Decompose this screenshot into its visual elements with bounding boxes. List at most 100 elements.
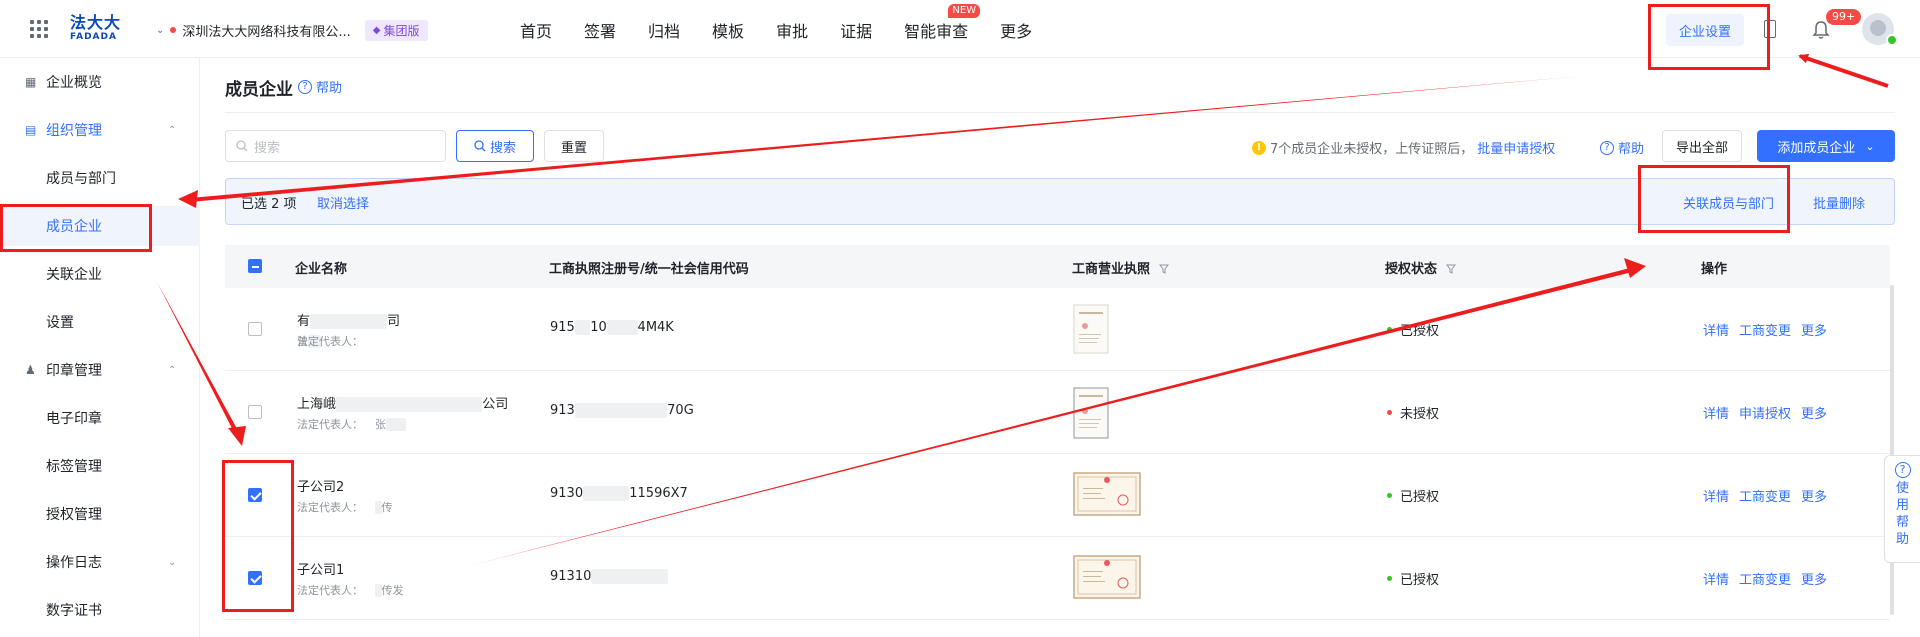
selected-count: 已选 2 项 [241,197,297,212]
main-nav: 首页 签署 归档 模板 审批 证据 智能审查 NEW 更多 [520,4,1064,42]
sidebar-item-digital-cert[interactable]: 数字证书 [0,590,200,630]
add-button-label: 添加成员企业 [1777,140,1856,156]
nav-more[interactable]: 更多 [1000,18,1032,42]
add-member-enterprise-button[interactable]: 添加成员企业 ⌄ [1757,130,1895,162]
divider [225,112,1895,113]
nav-sign[interactable]: 签署 [584,18,616,42]
filter-icon[interactable] [1158,264,1169,274]
sidebar-item-related-enterprises[interactable]: 关联企业 [0,254,200,294]
more-link[interactable]: 更多 [1801,320,1827,339]
verified-icon [1886,34,1898,46]
question-icon: ? [1894,462,1911,478]
sidebar-item-members-departments[interactable]: 成员与部门 [0,158,200,198]
batch-delete-button[interactable]: 批量删除 [1813,193,1865,212]
enterprise-name[interactable]: 子公司1 [297,559,344,578]
detail-link[interactable]: 详情 [1703,486,1729,505]
org-status-dot [170,27,177,33]
sidebar-item-label: 印章管理 [46,363,102,379]
sidebar-item-authorization[interactable]: 授权管理 [0,494,200,534]
legal-rep-label: 法定代表人： [297,335,363,348]
nav-template[interactable]: 模板 [712,18,744,42]
search-button[interactable]: 搜索 [456,130,534,162]
bell-icon[interactable] [1812,20,1830,40]
license-thumbnail[interactable] [1073,387,1109,439]
cancel-selection-link[interactable]: 取消选择 [317,193,369,212]
help-link[interactable]: ? 帮助 [298,77,342,96]
help-label: 帮助 [316,81,343,96]
apply-auth-link[interactable]: 申请授权 [1739,403,1791,422]
more-link[interactable]: 更多 [1801,569,1827,588]
top-header: 法大大 FADADA ⌄ 深圳法大大网络科技有限公... ◆ 集团版 首页 签署… [0,0,1920,58]
chevron-down-icon: ⌄ [168,556,177,568]
sidebar-item-overview[interactable]: ▦ 企业概览 [0,62,200,102]
seal-icon: ♟ [25,363,36,377]
business-change-link[interactable]: 工商变更 [1739,569,1791,588]
org-name: 深圳法大大网络科技有限公... [182,24,351,40]
annotation-box-checkboxes [222,460,294,612]
sidebar-item-tags[interactable]: 标签管理 [0,446,200,486]
sidebar-item-settings[interactable]: 设置 [0,302,200,342]
nav-archive[interactable]: 归档 [648,18,680,42]
col-header-name: 企业名称 [295,262,348,277]
sidebar-item-e-seal[interactable]: 电子印章 [0,398,200,438]
search-placeholder: 搜索 [254,140,281,156]
sidebar-group-org[interactable]: ▤ 组织管理 ⌃ [0,110,200,150]
search-input[interactable]: 搜索 [225,130,446,162]
batch-apply-auth-link[interactable]: 批量申请授权 [1477,138,1555,157]
enterprise-name[interactable]: 有xxxxxxxxxx司 [297,310,400,329]
license-thumbnail[interactable] [1073,553,1141,601]
export-all-button[interactable]: 导出全部 [1662,130,1742,162]
org-edition-badge: ◆ 集团版 [364,19,428,41]
app-grid-icon[interactable] [30,20,48,38]
detail-link[interactable]: 详情 [1703,320,1729,339]
enterprise-name[interactable]: 子公司2 [297,476,344,495]
table-scrollbar[interactable] [1890,285,1894,615]
float-help-char: 帮 [1895,515,1909,530]
sidebar-item-label: 关联企业 [46,267,102,283]
nav-approval[interactable]: 审批 [776,18,808,42]
col-header-status[interactable]: 授权状态 [1385,258,1456,277]
org-switcher[interactable]: ⌄ 深圳法大大网络科技有限公... ◆ 集团版 [156,19,428,41]
detail-link[interactable]: 详情 [1703,569,1729,588]
nav-home[interactable]: 首页 [520,18,552,42]
business-change-link[interactable]: 工商变更 [1739,486,1791,505]
table-row: 上海峨xxxxxxxxxxxxxxxxxxx公司 法定代表人： 张xxx 913… [225,371,1890,454]
diamond-icon: ◆ [372,24,381,36]
help-link-2[interactable]: ? 帮助 [1600,138,1644,157]
row-checkbox[interactable] [248,405,262,419]
filter-icon[interactable] [1445,264,1456,274]
chevron-up-icon: ⌃ [168,124,177,136]
detail-link[interactable]: 详情 [1703,403,1729,422]
overview-icon: ▦ [25,75,37,89]
more-link[interactable]: 更多 [1801,403,1827,422]
more-link[interactable]: 更多 [1801,486,1827,505]
search-icon [236,140,248,152]
auth-status: 已授权 [1387,569,1439,588]
legal-rep-label: 法定代表人： [297,501,363,514]
reset-button[interactable]: 重置 [544,130,604,162]
enterprise-name[interactable]: 上海峨xxxxxxxxxxxxxxxxxxx公司 [297,393,508,412]
nav-smart-review[interactable]: 智能审查 NEW [904,4,981,42]
col-header-license-label: 工商营业执照 [1072,262,1151,277]
select-all-checkbox[interactable] [248,259,262,273]
legal-rep: 张xxx [375,416,406,432]
page-title: 成员企业 [225,80,293,100]
sidebar-item-label: 数字证书 [46,603,102,619]
float-help-char: 用 [1895,498,1909,513]
legal-rep-label: 法定代表人： [297,418,363,431]
brand-name-cn: 法大大 [70,13,122,32]
nav-evidence[interactable]: 证据 [840,18,872,42]
license-thumbnail[interactable] [1073,304,1109,354]
help-label: 帮助 [1618,142,1645,157]
chevron-up-icon: ⌃ [168,364,177,376]
legal-rep: x传 [375,499,393,515]
sidebar-item-operation-log[interactable]: 操作日志 ⌄ [0,542,200,582]
sidebar-group-seal[interactable]: ♟ 印章管理 ⌃ [0,350,200,390]
business-change-link[interactable]: 工商变更 [1739,320,1791,339]
brand-logo[interactable]: 法大大 FADADA [70,14,122,44]
usage-help-float[interactable]: ? 使 用 帮 助 [1884,455,1920,563]
license-thumbnail[interactable] [1073,470,1141,518]
row-checkbox[interactable] [248,322,262,336]
col-header-license[interactable]: 工商营业执照 [1072,258,1169,277]
notice-text: 7个成员企业未授权，上传证照后， [1270,142,1474,157]
